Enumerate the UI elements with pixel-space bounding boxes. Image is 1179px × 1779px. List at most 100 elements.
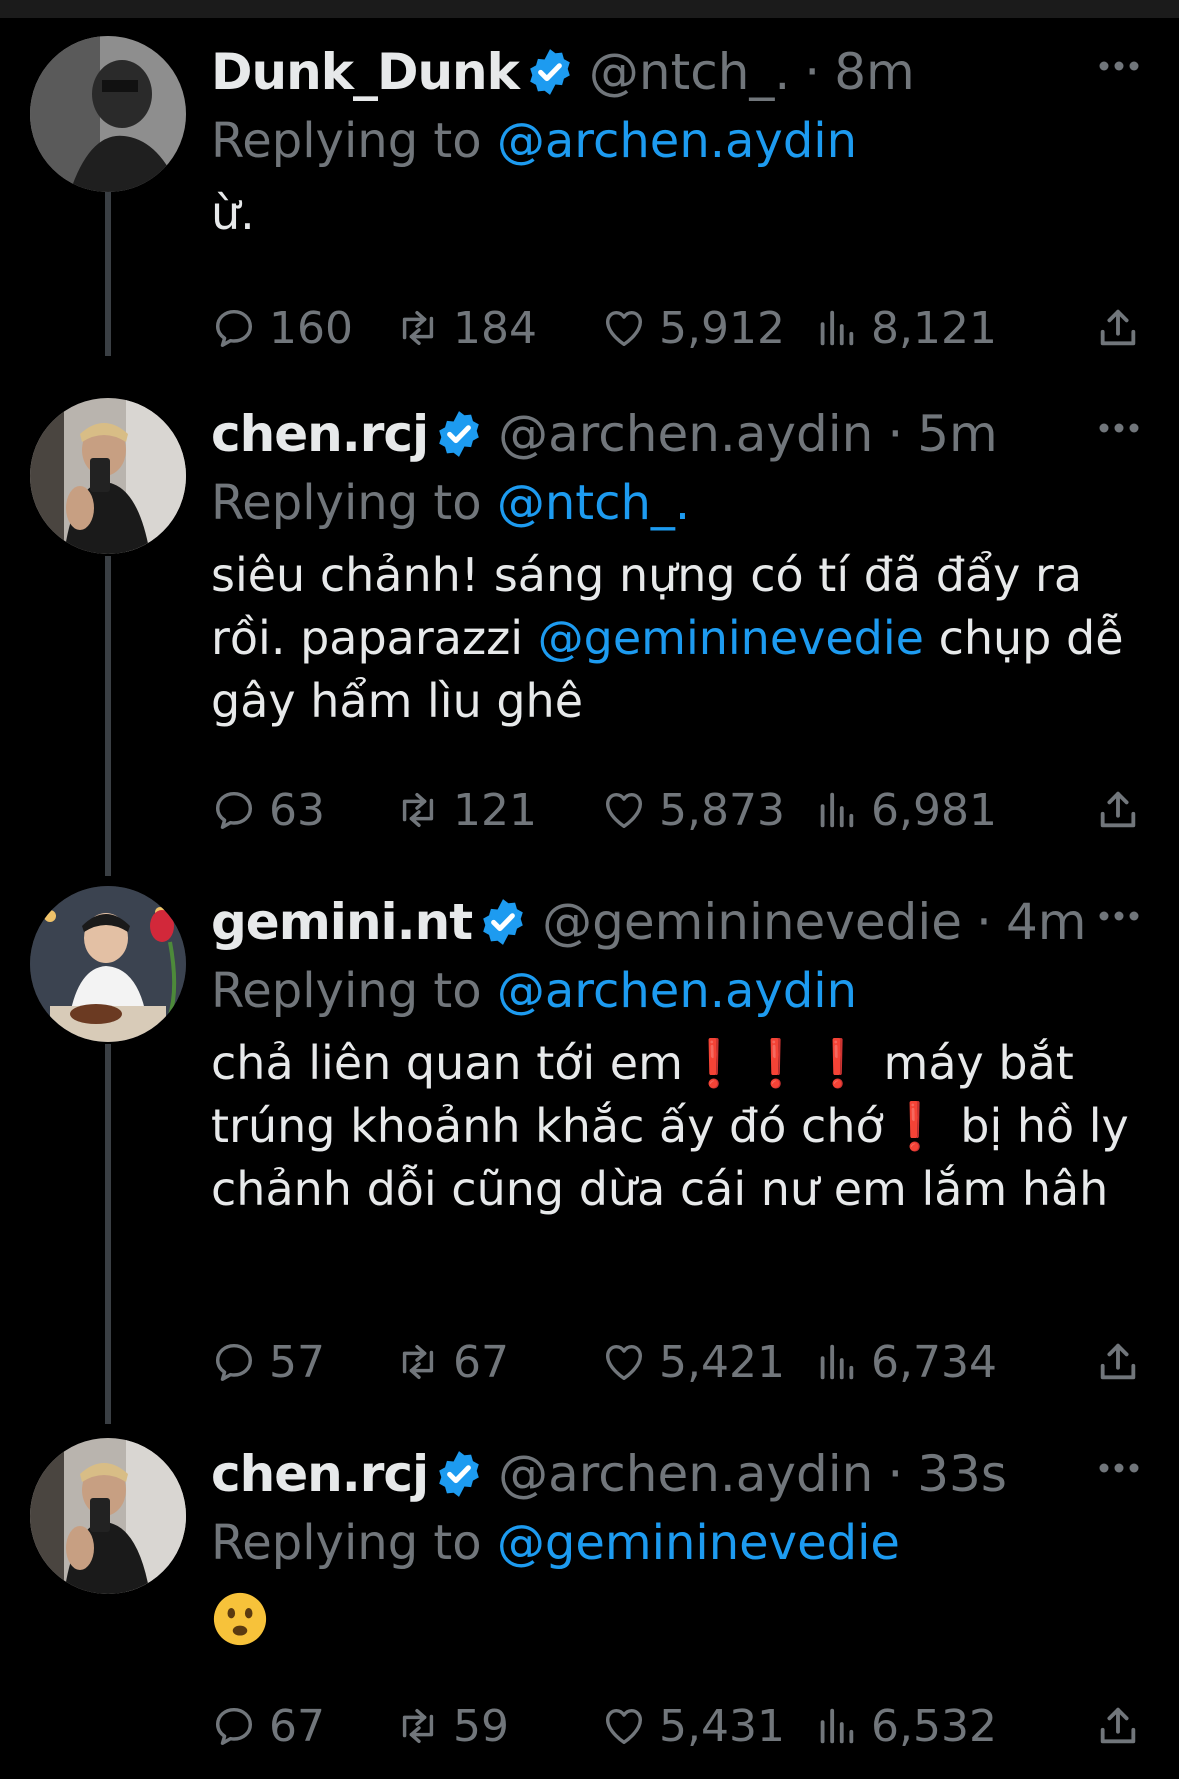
tweet-actions: 67 59 5,431 6,532 [211,1696,1141,1756]
share-button[interactable] [1095,1339,1141,1385]
tweet-text: siêu chảnh! sáng nựng có tí đã đẩy ra rồ… [211,544,1141,733]
avatar[interactable] [30,1438,186,1594]
retweet-button[interactable]: 184 [395,303,601,354]
verified-badge-icon [434,409,484,459]
more-options-icon[interactable] [1097,1458,1141,1478]
reply-button[interactable]: 57 [211,1337,395,1388]
views-chart-icon [820,1344,854,1380]
reply-icon [215,1707,253,1745]
retweet-count: 184 [453,302,537,354]
user-handle[interactable]: @archen.aydin [498,405,873,463]
views-count: 6,734 [871,1336,997,1388]
frowning-face-emoji [211,1590,269,1648]
display-name[interactable]: chen.rcj [211,1445,429,1503]
reply-count: 160 [269,302,353,354]
more-options-icon[interactable] [1097,906,1141,926]
timestamp[interactable]: 8m [834,43,915,101]
replying-label: Replying to [211,475,497,531]
reply-count: 63 [269,784,325,836]
reply-icon [215,309,253,347]
exclamation-emoji: ❗ [747,1036,805,1090]
retweet-icon [402,1344,434,1380]
like-count: 5,912 [659,302,785,354]
like-count: 5,421 [659,1336,785,1388]
retweet-button[interactable]: 59 [395,1701,601,1752]
like-button[interactable]: 5,912 [601,303,813,354]
avatar[interactable] [30,36,186,192]
verified-badge-icon [434,1449,484,1499]
timestamp[interactable]: 33s [917,1445,1007,1503]
share-icon [1100,791,1136,828]
reply-button[interactable]: 63 [211,785,395,836]
share-button[interactable] [1095,787,1141,833]
tweet-actions: 57 67 5,421 6,734 [211,1332,1141,1392]
replying-mention-link[interactable]: @archen.aydin [497,963,857,1019]
share-button[interactable] [1095,305,1141,351]
replying-mention-link[interactable]: @gemininevedie [497,1515,900,1571]
user-handle[interactable]: @gemininevedie [542,893,962,951]
thread-connector [105,556,111,876]
heart-icon [605,1344,643,1381]
thread-connector [105,1044,111,1424]
retweet-button[interactable]: 67 [395,1337,601,1388]
retweet-button[interactable]: 121 [395,785,601,836]
display-name[interactable]: gemini.nt [211,893,473,951]
avatar[interactable] [30,886,186,1042]
display-name[interactable]: chen.rcj [211,405,429,463]
views-button[interactable]: 6,734 [813,1337,1013,1388]
replying-to: Replying to @archen.aydin [211,958,1141,1024]
avatar[interactable] [30,398,186,554]
replying-to: Replying to @ntch_. [211,470,1141,536]
replying-mention-link[interactable]: @archen.aydin [497,113,857,169]
retweet-count: 59 [453,1700,509,1752]
mention-link[interactable]: @gemininevedie [538,611,924,665]
retweet-count: 67 [453,1336,509,1388]
views-count: 6,981 [871,784,997,836]
like-button[interactable]: 5,873 [601,785,813,836]
more-options-icon[interactable] [1097,418,1141,438]
retweet-icon [402,310,434,346]
retweet-icon [402,792,434,828]
share-icon [1100,309,1136,346]
verified-badge-icon [525,47,575,97]
retweet-icon [402,1708,434,1744]
like-button[interactable]: 5,421 [601,1337,813,1388]
reply-count: 57 [269,1336,325,1388]
exclamation-emoji: ❗ [885,1099,944,1153]
replying-mention-link[interactable]: @ntch_. [497,475,690,531]
share-button[interactable] [1095,1703,1141,1749]
views-chart-icon [820,1708,854,1744]
views-button[interactable]: 8,121 [813,303,1013,354]
verified-badge-icon [478,897,528,947]
tweet-text-part: chả liên quan tới em [211,1036,683,1090]
tweet-actions: 63 121 5,873 6,981 [211,780,1141,840]
reply-button[interactable]: 160 [211,303,395,354]
user-handle[interactable]: @archen.aydin [498,1445,873,1503]
user-handle[interactable]: @ntch_. [589,43,790,101]
views-button[interactable]: 6,981 [813,785,1013,836]
timestamp[interactable]: 5m [917,405,998,463]
separator-dot: · [887,405,904,463]
timestamp[interactable]: 4m [1006,893,1087,951]
separator-dot: · [887,1445,904,1503]
share-icon [1100,1343,1136,1380]
heart-icon [605,792,643,829]
reply-button[interactable]: 67 [211,1701,395,1752]
views-chart-icon [820,310,854,346]
heart-icon [605,1708,643,1745]
share-icon [1100,1707,1136,1744]
like-count: 5,431 [659,1700,785,1752]
tweet-text-content: ừ. [211,186,255,240]
like-button[interactable]: 5,431 [601,1701,813,1752]
exclamation-emoji: ❗ [809,1036,867,1090]
views-chart-icon [820,792,854,828]
tweet-actions: 160 184 5,912 8,121 [211,298,1141,358]
replying-to: Replying to @gemininevedie [211,1510,1141,1576]
tweet-text: ừ. [211,182,1141,245]
display-name[interactable]: Dunk_Dunk [211,43,520,101]
views-button[interactable]: 6,532 [813,1701,1013,1752]
reply-icon [215,791,253,829]
separator-dot: · [804,43,821,101]
views-count: 8,121 [871,302,997,354]
more-options-icon[interactable] [1097,56,1141,76]
